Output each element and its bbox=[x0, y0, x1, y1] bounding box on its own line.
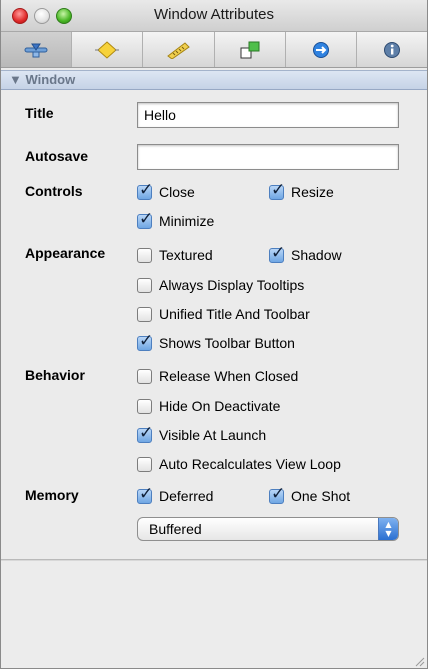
shadow-checkbox[interactable]: ✓ Shadow bbox=[269, 242, 342, 265]
visible-at-launch-checkbox[interactable]: ✓ Visible At Launch bbox=[137, 422, 267, 445]
checkbox-label: Close bbox=[159, 184, 195, 200]
checkbox-label: Textured bbox=[159, 247, 213, 263]
close-checkbox[interactable]: ✓ Close bbox=[137, 179, 195, 202]
autosave-field[interactable] bbox=[137, 144, 399, 170]
checkbox-box[interactable]: ✓ bbox=[137, 483, 154, 504]
checkbox-box[interactable] bbox=[137, 277, 152, 293]
unified-toolbar-checkbox[interactable]: Unified Title And Toolbar bbox=[137, 304, 310, 324]
checkbox-box[interactable]: ✓ bbox=[137, 330, 154, 351]
checkbox-box[interactable] bbox=[137, 398, 152, 414]
section-title: Window bbox=[25, 72, 76, 87]
checkbox-box[interactable]: ✓ bbox=[137, 208, 154, 229]
bindings-tab[interactable] bbox=[286, 32, 357, 67]
checkbox-label: Auto Recalculates View Loop bbox=[159, 456, 341, 472]
minimize-checkbox[interactable]: ✓ Minimize bbox=[137, 208, 215, 231]
checkmark-icon: ✓ bbox=[271, 242, 286, 263]
window-title: Window Attributes bbox=[153, 6, 275, 23]
hide-checkbox[interactable]: Hide On Deactivate bbox=[137, 396, 280, 416]
checkbox-box[interactable]: ✓ bbox=[137, 422, 154, 443]
checkbox-box[interactable]: ✓ bbox=[269, 179, 286, 200]
popup-value: Buffered bbox=[149, 521, 202, 537]
connections-tab[interactable] bbox=[215, 32, 286, 67]
release-checkbox[interactable]: Release When Closed bbox=[137, 366, 298, 386]
size-tab[interactable] bbox=[143, 32, 215, 67]
checkbox-label: Unified Title And Toolbar bbox=[159, 306, 310, 322]
info-icon bbox=[383, 41, 400, 58]
effects-icon bbox=[95, 40, 120, 59]
one-shot-checkbox[interactable]: ✓ One Shot bbox=[269, 483, 351, 506]
checkbox-label: One Shot bbox=[291, 488, 351, 504]
checkmark-icon: ✓ bbox=[139, 208, 154, 229]
empty-inspector-area bbox=[1, 560, 427, 668]
textured-checkbox[interactable]: Textured bbox=[137, 245, 213, 265]
checkmark-icon: ✓ bbox=[139, 422, 154, 443]
checkbox-box[interactable]: ✓ bbox=[269, 242, 286, 263]
appearance-label: Appearance bbox=[25, 245, 106, 261]
checkmark-icon: ✓ bbox=[271, 179, 286, 200]
checkbox-box[interactable]: ✓ bbox=[269, 483, 286, 504]
checkmark-icon: ✓ bbox=[139, 179, 154, 200]
checkbox-label: Deferred bbox=[159, 488, 214, 504]
memory-label: Memory bbox=[25, 487, 79, 503]
info-tab[interactable] bbox=[357, 32, 427, 67]
popup-arrows-icon[interactable]: ▲ ▼ bbox=[378, 518, 398, 540]
disclosure-triangle-icon[interactable]: ▼ bbox=[9, 72, 22, 87]
checkbox-label: Shadow bbox=[291, 247, 342, 263]
inspector-toolbar bbox=[1, 32, 427, 68]
checkbox-box[interactable] bbox=[137, 368, 152, 384]
effects-tab[interactable] bbox=[72, 32, 144, 67]
backing-store-popup[interactable]: Buffered ▲ ▼ bbox=[137, 517, 399, 541]
checkbox-label: Minimize bbox=[159, 213, 215, 229]
controls-label: Controls bbox=[25, 183, 83, 199]
connections-icon bbox=[240, 41, 260, 58]
deferred-checkbox[interactable]: ✓ Deferred bbox=[137, 483, 214, 506]
checkbox-label: Hide On Deactivate bbox=[159, 398, 281, 414]
title-label: Title bbox=[25, 105, 54, 121]
checkbox-box[interactable] bbox=[137, 306, 152, 322]
checkbox-label: Resize bbox=[291, 184, 334, 200]
checkbox-box[interactable] bbox=[137, 456, 152, 472]
tooltips-checkbox[interactable]: Always Display Tooltips bbox=[137, 275, 304, 295]
checkmark-icon: ✓ bbox=[271, 483, 286, 504]
bindings-icon bbox=[312, 41, 329, 58]
checkmark-icon: ✓ bbox=[139, 330, 154, 351]
title-bar[interactable]: Window Attributes bbox=[1, 0, 427, 32]
resize-grip-icon[interactable] bbox=[413, 655, 425, 667]
behavior-label: Behavior bbox=[25, 367, 85, 383]
attributes-icon bbox=[24, 43, 48, 57]
inspector-window: Window Attributes ▼ Window Title Hello A… bbox=[0, 0, 428, 669]
checkbox-box[interactable] bbox=[137, 247, 152, 263]
checkbox-label: Release When Closed bbox=[159, 368, 299, 384]
recalculates-checkbox[interactable]: Auto Recalculates View Loop bbox=[137, 454, 341, 474]
checkbox-label: Shows Toolbar Button bbox=[159, 335, 295, 351]
attributes-tab[interactable] bbox=[1, 32, 73, 67]
title-field[interactable]: Hello bbox=[137, 102, 399, 128]
checkmark-icon: ✓ bbox=[139, 483, 154, 504]
checkbox-box[interactable]: ✓ bbox=[137, 179, 154, 200]
autosave-label: Autosave bbox=[25, 148, 89, 164]
resize-checkbox[interactable]: ✓ Resize bbox=[269, 179, 334, 202]
attributes-panel: Title Hello Autosave Controls ✓ Close ✓ … bbox=[1, 90, 427, 560]
section-header-window[interactable]: ▼ Window bbox=[1, 70, 427, 90]
checkbox-label: Visible At Launch bbox=[159, 427, 267, 443]
size-ruler-icon bbox=[167, 41, 191, 59]
toolbar-button-checkbox[interactable]: ✓ Shows Toolbar Button bbox=[137, 330, 295, 353]
checkbox-label: Always Display Tooltips bbox=[159, 277, 305, 293]
